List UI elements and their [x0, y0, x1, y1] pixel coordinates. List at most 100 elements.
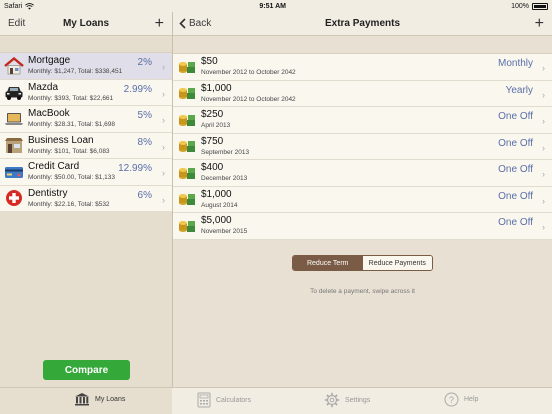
list-item[interactable]: $250 April 2013 One Off ›: [173, 107, 552, 134]
list-item[interactable]: $5,000 November 2015 One Off ›: [173, 213, 552, 240]
loan-rate: 2%: [137, 57, 152, 68]
laptop-icon: [4, 110, 24, 128]
payment-frequency: One Off: [498, 111, 533, 122]
payment-range: December 2013: [201, 175, 248, 183]
chevron-right-icon: ›: [162, 115, 165, 125]
list-item[interactable]: $750 September 2013 One Off ›: [173, 134, 552, 160]
tab-my-loans[interactable]: My Loans: [74, 392, 125, 406]
payment-frequency: Yearly: [505, 84, 533, 96]
tab-calculators[interactable]: Calculators: [197, 392, 251, 408]
chevron-right-icon: ›: [162, 168, 165, 178]
loan-list: Mortgage Monthly: $1,247, Total: $338,45…: [0, 52, 172, 212]
tab-settings[interactable]: Settings: [324, 392, 370, 408]
loan-rate: 2.99%: [123, 83, 152, 95]
wifi-icon: [25, 2, 35, 10]
calculator-icon: [197, 392, 211, 408]
tab-label: Calculators: [216, 396, 252, 404]
chevron-right-icon: ›: [542, 142, 545, 153]
chevron-right-icon: ›: [162, 62, 165, 72]
payment-amount: $1,000: [201, 82, 232, 94]
svg-text:?: ?: [449, 395, 454, 405]
status-time: 9:51 AM: [259, 2, 286, 10]
chevron-right-icon: ›: [162, 88, 165, 99]
payment-range: November 2012 to October 2042: [201, 95, 296, 103]
chevron-right-icon: ›: [542, 195, 545, 206]
loan-rate: 8%: [137, 136, 152, 148]
reduce-payments-segment[interactable]: Reduce Payments: [362, 256, 432, 270]
reduce-segmented-control: Reduce Term Reduce Payments: [292, 255, 433, 271]
chevron-right-icon: ›: [542, 222, 545, 232]
payment-frequency: One Off: [498, 137, 533, 149]
loans-navbar: Edit My Loans +: [0, 12, 172, 36]
chevron-right-icon: ›: [542, 89, 545, 100]
list-item[interactable]: Business Loan Monthly: $101, Total: $6,0…: [0, 133, 172, 159]
add-loan-button[interactable]: +: [155, 15, 164, 32]
payment-frequency: Monthly: [497, 58, 533, 69]
list-item[interactable]: Dentistry Monthly: $22.16, Total: $532 6…: [0, 186, 172, 212]
status-carrier: Safari: [4, 2, 23, 10]
loan-detail: Monthly: $50.00, Total: $1,133: [28, 174, 115, 182]
loan-rate: 12.99%: [118, 163, 152, 174]
loans-title: My Loans: [62, 18, 110, 29]
payment-range: November 2012 to October 2042: [201, 69, 296, 77]
tab-label: My Loans: [95, 395, 126, 403]
coins-icon: [179, 141, 195, 153]
coins-icon: [179, 114, 195, 126]
chevron-right-icon: ›: [542, 116, 545, 126]
help-icon: ?: [444, 392, 459, 407]
coins-icon: [179, 194, 195, 206]
chevron-right-icon: ›: [542, 169, 545, 179]
list-item[interactable]: Mortgage Monthly: $1,247, Total: $338,45…: [0, 53, 172, 80]
list-item[interactable]: $1,000 November 2012 to October 2042 Year…: [173, 81, 552, 107]
store-icon: [4, 136, 24, 154]
list-item[interactable]: $1,000 August 2014 One Off ›: [173, 187, 552, 213]
coins-icon: [179, 61, 195, 73]
payment-range: April 2013: [201, 122, 231, 130]
tab-label: Help: [464, 396, 479, 403]
gear-icon: [324, 392, 340, 408]
medical-cross-icon: [4, 189, 24, 207]
coins-icon: [179, 220, 195, 232]
list-item[interactable]: MacBook Monthly: $28.31, Total: $1,698 5…: [0, 106, 172, 133]
chevron-right-icon: ›: [162, 141, 165, 152]
coins-icon: [179, 88, 195, 100]
loan-rate: 5%: [137, 110, 152, 121]
payment-frequency: One Off: [498, 217, 533, 228]
back-label: Back: [189, 18, 212, 29]
list-item[interactable]: $50 November 2012 to October 2042 Monthly…: [173, 54, 552, 81]
loan-detail: Monthly: $22.16, Total: $532: [28, 200, 110, 208]
payments-title: Extra Payments: [324, 18, 401, 29]
payment-frequency: One Off: [498, 190, 533, 202]
battery-percent: 100%: [511, 2, 529, 10]
chevron-right-icon: ›: [162, 194, 165, 205]
loan-detail: Monthly: $393, Total: $22,661: [28, 94, 114, 102]
loan-rate: 6%: [137, 189, 152, 201]
back-button[interactable]: Back: [179, 18, 211, 29]
swipe-hint: To delete a payment, swipe across it: [310, 288, 415, 295]
credit-card-icon: [4, 163, 24, 181]
add-payment-button[interactable]: +: [535, 15, 544, 32]
loan-detail: Monthly: $1,247, Total: $338,451: [28, 68, 123, 76]
payment-frequency: One Off: [498, 164, 533, 175]
chevron-left-icon: [179, 18, 186, 29]
payment-range: August 2014: [201, 201, 238, 209]
edit-button[interactable]: Edit: [8, 18, 25, 29]
reduce-term-segment[interactable]: Reduce Term: [293, 256, 363, 270]
payment-range: November 2015: [201, 228, 248, 236]
bank-icon: [75, 393, 89, 406]
tab-help[interactable]: ? Help: [444, 392, 478, 407]
payments-pane: $50 November 2012 to October 2042 Monthly…: [173, 37, 552, 387]
tab-bar: My Loans Calculators Settings ? Help: [0, 387, 552, 414]
payment-range: September 2013: [201, 148, 250, 156]
battery-icon: [531, 2, 548, 10]
loan-detail: Monthly: $101, Total: $6,083: [28, 147, 110, 155]
list-item[interactable]: Credit Card Monthly: $50.00, Total: $1,1…: [0, 159, 172, 186]
coins-icon: [179, 167, 195, 179]
house-icon: [4, 56, 24, 75]
loan-detail: Monthly: $28.31, Total: $1,698: [28, 121, 115, 129]
list-item[interactable]: $400 December 2013 One Off ›: [173, 160, 552, 187]
loans-pane: Mortgage Monthly: $1,247, Total: $338,45…: [0, 37, 172, 387]
list-item[interactable]: Mazda Monthly: $393, Total: $22,661 2.99…: [0, 80, 172, 106]
compare-button[interactable]: Compare: [43, 360, 130, 380]
payment-list: $50 November 2012 to October 2042 Monthly…: [173, 53, 552, 240]
